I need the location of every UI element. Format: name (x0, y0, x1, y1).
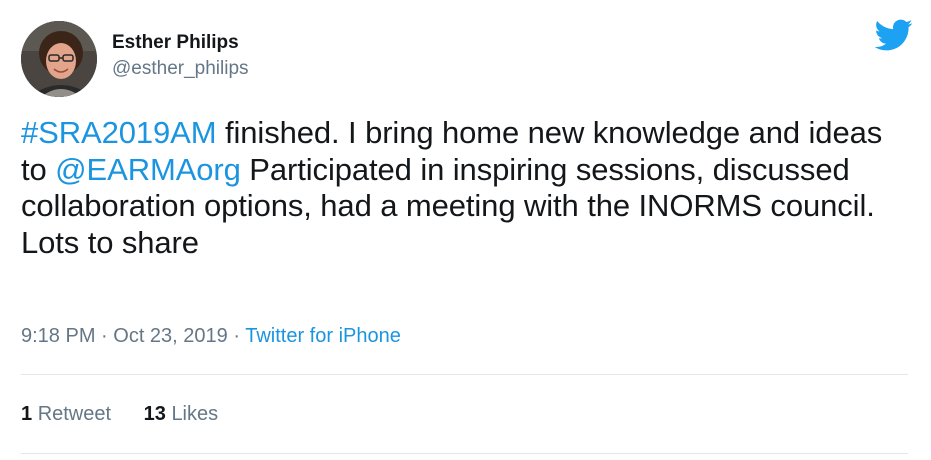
likes-stat[interactable]: 13 Likes (144, 401, 219, 427)
retweets-label: Retweet (37, 403, 112, 425)
avatar[interactable] (21, 21, 97, 97)
display-name[interactable]: Esther Philips (112, 31, 249, 55)
user-handle[interactable]: @esther_philips (112, 56, 249, 82)
divider (21, 374, 908, 375)
tweet-metadata: 9:18 PM · Oct 23, 2019 · Twitter for iPh… (21, 323, 401, 349)
twitter-bird-icon[interactable] (868, 15, 918, 55)
likes-count: 13 (143, 403, 166, 425)
meta-separator: · (227, 325, 246, 347)
likes-label: Likes (171, 403, 219, 425)
hashtag-link[interactable]: #SRA2019AM (21, 115, 217, 150)
tweet-text: #SRA2019AM finished. I bring home new kn… (21, 115, 901, 261)
divider (21, 453, 908, 454)
tweet-date[interactable]: Oct 23, 2019 (113, 325, 228, 347)
tweet-source-link[interactable]: Twitter for iPhone (245, 325, 401, 347)
retweets-count: 1 (21, 403, 33, 425)
mention-link[interactable]: @EARMAorg (55, 152, 241, 187)
author-info: Esther Philips @esther_philips (112, 31, 249, 82)
meta-separator: · (95, 325, 114, 347)
tweet-card: Esther Philips @esther_philips #SRA2019A… (0, 0, 931, 460)
retweets-stat[interactable]: 1 Retweet (21, 401, 111, 427)
engagement-stats: 1 Retweet 13 Likes (21, 401, 245, 427)
tweet-time[interactable]: 9:18 PM (21, 325, 95, 347)
avatar-image (21, 21, 97, 97)
